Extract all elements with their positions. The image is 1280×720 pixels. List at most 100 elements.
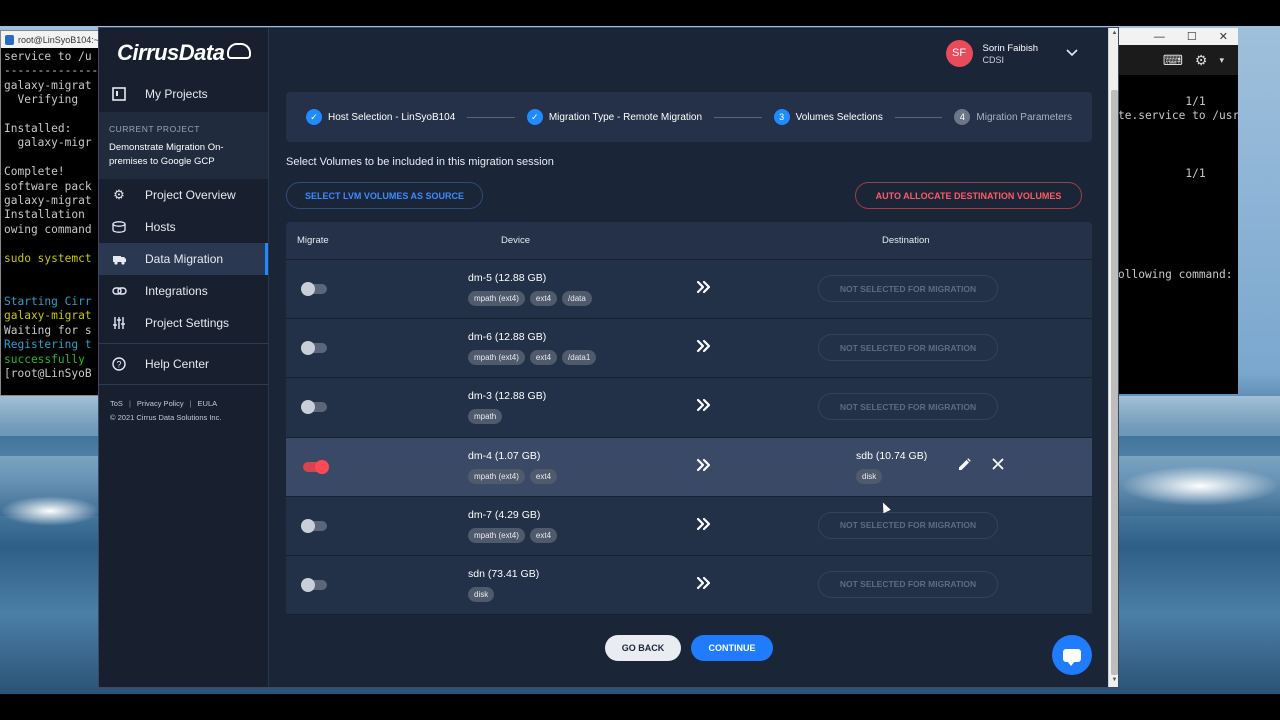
header: SF Sorin Faibish CDSI: [270, 28, 1108, 78]
device-name: dm-7 (4.29 GB): [468, 508, 541, 521]
close-icon[interactable]: [992, 457, 1004, 473]
device-cell: sdn (73.41 GB) disk: [468, 568, 539, 602]
sidebar-item-my-projects[interactable]: My Projects: [99, 78, 268, 110]
device-tag: mpath (ext4): [468, 350, 525, 366]
migrate-toggle[interactable]: [303, 459, 329, 474]
step-connector: [467, 116, 515, 118]
not-selected-badge: NOT SELECTED FOR MIGRATION: [818, 334, 998, 362]
eula-link[interactable]: EULA: [198, 399, 218, 408]
terminal-output: service to /u -------------- galaxy-migr…: [1, 48, 99, 381]
migrate-toggle[interactable]: [301, 341, 327, 356]
device-cell: dm-3 (12.88 GB) mpath: [468, 390, 546, 425]
sidebar-item-label: My Projects: [145, 87, 208, 101]
current-project: CURRENT PROJECT Demonstrate Migration On…: [99, 112, 268, 179]
column-header-migrate: Migrate: [297, 235, 329, 246]
terminal-line: sudo systemct: [4, 251, 92, 265]
terminal-line: Registering t: [4, 338, 92, 352]
table-row: sdn (73.41 GB) disk NOT SELECTED FOR MIGRA…: [286, 555, 1092, 615]
terminal-window-left[interactable]: root@LinSyoB104:~ service to /u --------…: [0, 30, 100, 396]
step-number: 3: [773, 109, 790, 125]
destination-tag: disk: [856, 468, 883, 484]
double-chevron-right-icon: [696, 576, 712, 595]
sidebar-item-help-center[interactable]: ? Help Center: [99, 348, 268, 380]
terminal-line: galaxy-migrat: [4, 78, 92, 92]
terminal-line: Installation: [4, 208, 85, 222]
device-name: dm-4 (1.07 GB): [468, 449, 541, 462]
maximize-icon[interactable]: ☐: [1187, 30, 1197, 43]
sidebar-item-label: Project Settings: [145, 316, 230, 330]
sidebar-item-label: Data Migration: [145, 252, 224, 266]
migrate-toggle[interactable]: [301, 282, 327, 296]
step-label: Migration Parameters: [976, 111, 1072, 123]
double-chevron-right-icon: [696, 339, 712, 358]
terminal-line: Verifying: [4, 93, 79, 107]
scroll-up-icon[interactable]: ▲: [1110, 30, 1118, 40]
migrate-toggle[interactable]: [301, 518, 327, 533]
divider: [99, 343, 268, 344]
sidebar-item-data-migration[interactable]: Data Migration: [99, 243, 268, 275]
edit-icon[interactable]: [958, 457, 971, 474]
svg-text:?: ?: [116, 360, 121, 370]
sidebar-footer: ToS | Privacy Policy | EULA © 2021 Cirru…: [99, 389, 268, 432]
chat-button[interactable]: [1052, 635, 1092, 675]
scrollbar[interactable]: ▲ ▼: [1108, 28, 1118, 687]
select-lvm-button[interactable]: SELECT LVM VOLUMES AS SOURCE: [286, 182, 483, 209]
terminal-line: Complete!: [4, 165, 65, 179]
close-window-icon[interactable]: ✕: [1219, 30, 1228, 43]
sidebar-item-integrations[interactable]: Integrations: [99, 275, 268, 307]
chevron-down-icon[interactable]: ▾: [1219, 55, 1224, 66]
avatar[interactable]: SF: [945, 39, 973, 67]
go-back-button[interactable]: GO BACK: [605, 635, 681, 661]
sidebar-item-project-settings[interactable]: Project Settings: [99, 307, 268, 339]
migrate-toggle[interactable]: [301, 400, 327, 415]
step-connector: [714, 116, 762, 118]
device-tag: mpath: [468, 409, 503, 425]
migrate-toggle[interactable]: [301, 577, 327, 592]
device-tag: /data1: [562, 350, 597, 366]
terminal-line: 1/1: [1118, 167, 1206, 180]
table-body: dm-5 (12.88 GB) mpath (ext4) ext4/data NOT …: [286, 260, 1092, 615]
terminal-titlebar[interactable]: root@LinSyoB104:~: [1, 31, 99, 48]
volumes-table: Migrate Device Destination dm-5 (12.88 G…: [286, 222, 1092, 615]
user-org: CDSI: [982, 54, 1005, 65]
scroll-down-icon[interactable]: ▼: [1110, 677, 1118, 687]
table-header: Migrate Device Destination: [286, 222, 1092, 260]
device-cell: dm-7 (4.29 GB) mpath (ext4) ext4: [468, 508, 558, 543]
terminal-line: galaxy-migrat: [4, 194, 92, 208]
not-selected-badge: NOT SELECTED FOR MIGRATION: [818, 511, 998, 539]
double-chevron-right-icon: [696, 517, 712, 536]
minimize-icon[interactable]: —: [1154, 31, 1165, 43]
logo[interactable]: CirrusData: [99, 28, 268, 78]
chevron-down-icon[interactable]: [1066, 46, 1078, 60]
toggle-knob: [315, 459, 329, 474]
user-name: Sorin Faibish: [982, 42, 1038, 54]
step-number: 4: [954, 109, 971, 125]
auto-allocate-button[interactable]: AUTO ALLOCATE DESTINATION VOLUMES: [855, 182, 1082, 209]
terminal-line: 1/1: [1118, 95, 1206, 108]
terminal-toolbar: ⌨ ⚙ ▾: [1118, 45, 1238, 75]
keyboard-icon[interactable]: ⌨: [1163, 52, 1183, 69]
step-migration-parameters: 4 Migration Parameters: [954, 109, 1072, 125]
sidebar-item-hosts[interactable]: Hosts: [99, 211, 268, 243]
sidebar-item-project-overview[interactable]: ⚙ Project Overview: [99, 179, 268, 211]
settings-icon[interactable]: ⚙: [1195, 52, 1208, 69]
divider: [99, 384, 268, 385]
terminal-window-right[interactable]: — ☐ ✕ ⌨ ⚙ ▾ 1/1 te.service to /usr 1/1 oll…: [1118, 28, 1238, 394]
terminal-line: galaxy-migrat: [4, 309, 92, 323]
device-tag: ext4: [529, 291, 558, 306]
check-icon: ✓: [526, 109, 543, 125]
table-row: dm-5 (12.88 GB) mpath (ext4) ext4/data NOT …: [286, 260, 1092, 320]
device-cell: dm-6 (12.88 GB) mpath (ext4) ext4/data1: [468, 331, 597, 366]
not-selected-badge: NOT SELECTED FOR MIGRATION: [818, 275, 998, 302]
hosts-icon: [111, 219, 127, 235]
step-label: Migration Type - Remote Migration: [548, 111, 703, 123]
continue-button[interactable]: CONTINUE: [691, 635, 773, 661]
privacy-policy-link[interactable]: Privacy Policy: [137, 399, 184, 408]
step-migration-type: ✓ Migration Type - Remote Migration: [526, 109, 703, 125]
tos-link[interactable]: ToS: [110, 399, 123, 408]
device-name: sdn (73.41 GB): [468, 567, 540, 580]
not-selected-badge: NOT SELECTED FOR MIGRATION: [818, 393, 998, 421]
check-icon: ✓: [306, 109, 322, 125]
current-project-label: CURRENT PROJECT: [109, 124, 200, 134]
scrollbar-thumb[interactable]: [1111, 90, 1118, 675]
